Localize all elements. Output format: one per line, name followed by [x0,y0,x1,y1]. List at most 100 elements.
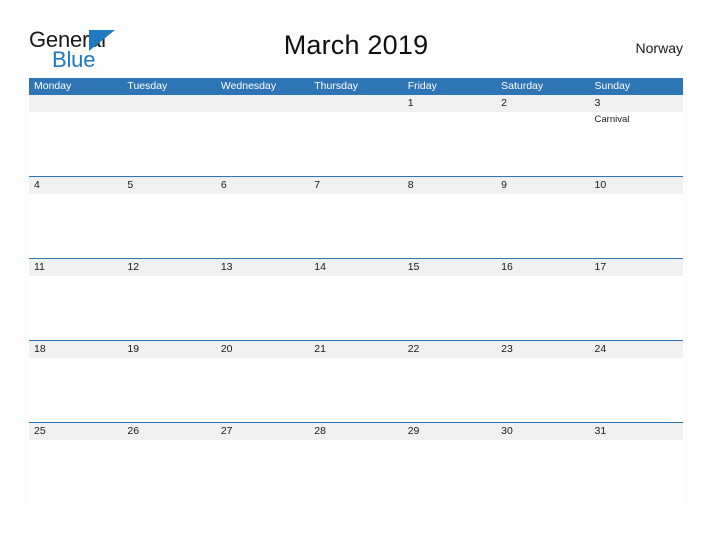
day-cell[interactable] [29,194,122,258]
day-of-week-header-row: Monday Tuesday Wednesday Thursday Friday Satu… [29,78,683,95]
day-number[interactable]: 10 [590,177,683,194]
day-number[interactable]: 16 [496,259,589,276]
day-number[interactable]: 5 [122,177,215,194]
day-number[interactable]: 27 [216,423,309,440]
day-number[interactable]: 4 [29,177,122,194]
day-cell[interactable] [496,112,589,176]
day-of-week-header-thursday: Thursday [314,80,359,92]
day-number[interactable]: 6 [216,177,309,194]
calendar-weeks: 1 2 3 Carnival 4 5 6 7 8 9 10 11 12 13 14 15 16 17 18 19 20 2… [29,95,683,504]
day-cell[interactable] [309,194,402,258]
day-cell[interactable] [29,276,122,340]
day-cell[interactable] [403,358,496,422]
day-number[interactable]: 8 [403,177,496,194]
day-cell [309,112,402,176]
calendar-page: General Blue March 2019 Norway Monday Tue… [0,0,712,550]
calendar-week-row: 11 12 13 14 15 16 17 [29,258,683,340]
day-cell[interactable] [309,358,402,422]
calendar-week-row: 18 19 20 21 22 23 24 [29,340,683,422]
day-cell[interactable] [122,358,215,422]
day-cell[interactable] [496,440,589,504]
holiday-event-label: Carnival [594,114,630,125]
day-cell[interactable] [216,194,309,258]
week-event-strip [29,194,683,258]
day-number[interactable]: 21 [309,341,402,358]
day-cell [122,112,215,176]
day-cell[interactable] [29,440,122,504]
calendar-week-row: 25 26 27 28 29 30 31 [29,422,683,504]
calendar-week-row: 4 5 6 7 8 9 10 [29,176,683,258]
day-number[interactable]: 18 [29,341,122,358]
day-of-week-header-tuesday: Tuesday [127,80,168,92]
day-cell [216,112,309,176]
day-number[interactable]: 1 [403,95,496,112]
day-number[interactable]: 19 [122,341,215,358]
day-cell [29,112,122,176]
day-number[interactable]: 2 [496,95,589,112]
page-header: General Blue March 2019 Norway [0,0,712,78]
day-number[interactable]: 7 [309,177,402,194]
day-of-week-header-sunday: Sunday [594,80,631,92]
day-number[interactable]: 28 [309,423,402,440]
day-cell[interactable] [590,440,683,504]
day-number [29,95,122,112]
week-date-strip: 25 26 27 28 29 30 31 [29,423,683,440]
day-number[interactable]: 24 [590,341,683,358]
day-cell[interactable] [403,112,496,176]
day-cell[interactable] [496,276,589,340]
day-cell[interactable] [309,440,402,504]
day-cell[interactable] [216,440,309,504]
day-number[interactable]: 23 [496,341,589,358]
calendar-table: Monday Tuesday Wednesday Thursday Friday Satu… [29,78,683,504]
day-cell[interactable] [403,440,496,504]
day-number[interactable]: 20 [216,341,309,358]
country-label: Norway [635,40,683,56]
day-cell[interactable] [590,276,683,340]
day-number[interactable]: 15 [403,259,496,276]
day-cell[interactable] [309,276,402,340]
day-number[interactable]: 3 [590,95,683,112]
day-number[interactable]: 12 [122,259,215,276]
week-date-strip: 123 [29,95,683,112]
day-number[interactable]: 14 [309,259,402,276]
day-number[interactable]: 13 [216,259,309,276]
page-title: March 2019 [283,30,429,60]
day-of-week-header-monday: Monday [34,80,72,92]
day-cell[interactable] [122,194,215,258]
week-date-strip: 4 5 6 7 8 9 10 [29,177,683,194]
day-of-week-header-wednesday: Wednesday [220,80,277,92]
day-of-week-header-friday: Friday [407,80,437,92]
day-number[interactable]: 17 [590,259,683,276]
day-number[interactable]: 25 [29,423,122,440]
day-number [122,95,215,112]
day-cell[interactable] [403,276,496,340]
day-of-week-header-saturday: Saturday [501,80,544,92]
day-number[interactable]: 9 [496,177,589,194]
week-date-strip: 11 12 13 14 15 16 17 [29,259,683,276]
calendar-week-row: 1 2 3 Carnival [29,95,683,176]
day-number[interactable]: 30 [496,423,589,440]
day-cell[interactable] [590,358,683,422]
week-event-strip [29,276,683,340]
day-cell[interactable] [29,358,122,422]
day-cell[interactable] [216,276,309,340]
day-number [216,95,309,112]
day-cell[interactable]: Carnival [590,112,683,176]
day-number[interactable]: 31 [590,423,683,440]
day-cell[interactable] [403,194,496,258]
day-number[interactable]: 11 [29,259,122,276]
day-number[interactable]: 22 [403,341,496,358]
week-event-strip [29,440,683,504]
day-number[interactable]: 26 [122,423,215,440]
day-cell[interactable] [122,440,215,504]
day-cell[interactable] [216,358,309,422]
week-event-strip [29,358,683,422]
week-event-strip: Carnival [29,112,683,176]
day-number [309,95,402,112]
day-cell[interactable] [590,194,683,258]
day-cell[interactable] [496,194,589,258]
week-date-strip: 18 19 20 21 22 23 24 [29,341,683,358]
day-number[interactable]: 29 [403,423,496,440]
day-cell[interactable] [496,358,589,422]
day-cell[interactable] [122,276,215,340]
